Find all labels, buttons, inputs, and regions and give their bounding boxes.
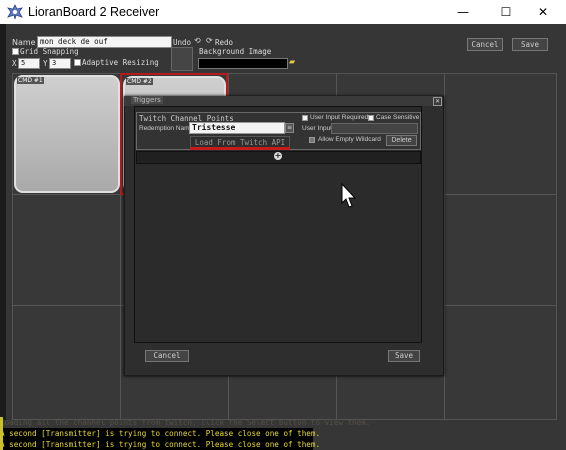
grid-y-input[interactable]: 3 <box>49 58 71 69</box>
redo-icon[interactable]: ⟳ <box>206 36 213 45</box>
deck-cancel-button[interactable]: Cancel <box>467 38 503 51</box>
y-label: Y <box>43 59 48 68</box>
tile-label: CMD #1 <box>17 77 44 84</box>
triggers-close-button[interactable]: ✕ <box>433 97 442 106</box>
window-title: LioranBoard 2 Receiver <box>28 5 160 19</box>
left-edge-strip <box>0 24 6 420</box>
grid-snapping-label: Grid Snapping <box>20 47 79 56</box>
adaptive-resizing-checkbox[interactable] <box>74 59 81 66</box>
triggers-save-button[interactable]: Save <box>388 350 420 362</box>
redo-button[interactable]: Redo <box>215 38 233 47</box>
grid-x-input[interactable]: 5 <box>18 58 40 69</box>
minimize-button[interactable]: — <box>440 0 486 24</box>
folder-icon[interactable]: ▰ <box>289 57 295 66</box>
redemption-name-input[interactable]: Tristesse <box>189 122 285 134</box>
redemption-name-label: Redemption Name <box>139 125 194 132</box>
undo-icon[interactable]: ⟲ <box>194 36 201 45</box>
background-image-label: Background Image <box>199 47 272 56</box>
grid-snapping-checkbox[interactable] <box>12 48 19 55</box>
window-titlebar: LioranBoard 2 Receiver — ☐ ✕ <box>0 0 566 24</box>
allow-empty-wildcard-label: Allow Empty Wildcard <box>318 136 381 143</box>
case-sensitive-label: Case Sensitive <box>376 114 420 121</box>
deck-tile[interactable] <box>14 75 120 193</box>
case-sensitive-checkbox[interactable] <box>368 115 374 121</box>
console-line: A second [Transmitter] is trying to conn… <box>0 439 321 450</box>
user-input-label: User Input <box>302 125 332 132</box>
triggers-cancel-button[interactable]: Cancel <box>145 350 189 362</box>
console-line: A second [Transmitter] is trying to conn… <box>0 428 321 439</box>
console-line: Loading all the channel points from twit… <box>0 418 371 427</box>
x-label: X <box>12 59 17 68</box>
adaptive-resizing-label: Adaptive Resizing <box>82 58 159 67</box>
tile-label: CMD #2 <box>126 78 153 85</box>
triggers-dialog-title: Triggers <box>131 96 163 104</box>
highlight-underline <box>190 147 290 150</box>
name-label: Name <box>12 38 36 47</box>
user-input-required-checkbox[interactable] <box>302 115 308 121</box>
triggers-dialog-header <box>124 96 442 106</box>
deck-save-button[interactable]: Save <box>512 38 548 51</box>
app-logo-icon <box>7 4 23 20</box>
grid-line <box>444 73 445 419</box>
background-image-input[interactable] <box>198 58 288 69</box>
console-marker <box>0 417 3 450</box>
allow-empty-wildcard-checkbox[interactable] <box>309 137 315 143</box>
undo-button[interactable]: Undo <box>173 38 191 47</box>
close-window-button[interactable]: ✕ <box>520 0 566 24</box>
background-image-preview[interactable] <box>171 47 193 71</box>
add-icon[interactable]: + <box>274 152 282 160</box>
mouse-cursor-icon <box>341 183 357 208</box>
user-input-field[interactable] <box>331 123 418 134</box>
delete-trigger-button[interactable]: Delete <box>386 135 417 146</box>
user-input-required-label: User Input Required <box>310 114 369 121</box>
list-icon[interactable]: ≡ <box>285 123 294 133</box>
